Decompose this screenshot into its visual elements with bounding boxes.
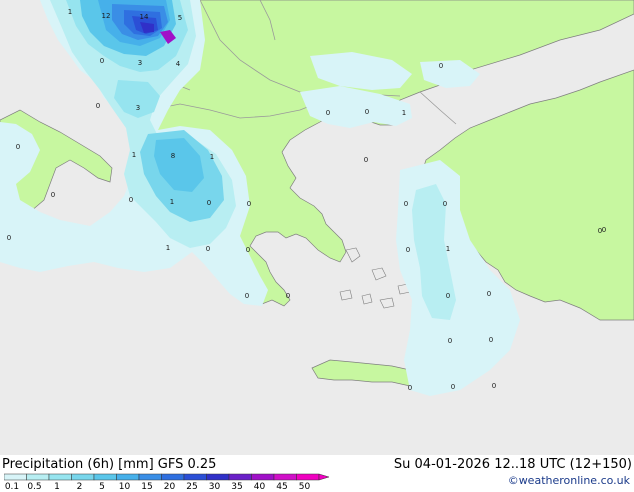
scale-tick-label: 25 [186,482,198,492]
value-label: 0 [326,109,330,117]
value-label: 0 [206,245,210,253]
value-label: 0 [129,196,133,204]
scale-tick-label: 50 [298,482,311,492]
value-label: 0 [487,290,491,298]
value-label: 0 [245,292,249,300]
value-label: 1 [446,245,450,253]
scale-swatch [71,473,95,481]
value-label: 0 [448,337,452,345]
value-label: 3 [138,59,142,67]
value-label: 1 [170,198,174,206]
value-label: 0 [246,246,250,254]
scale-swatch [206,473,230,481]
value-label: 0 [286,292,290,300]
scale-tick-label: 0.1 [4,482,20,492]
scale-tick-label: 30 [208,482,221,492]
value-label: 1 [68,8,72,16]
map-footer: Precipitation (6h) [mm] GFS 0.25 Su 04-0… [0,455,634,492]
value-label: 0 [602,226,606,234]
value-label: 0 [404,200,408,208]
value-label: 0 [406,246,410,254]
scale-tick-label: 2 [76,482,83,492]
scale-swatch [183,473,207,481]
scale-tick-label: 15 [141,482,153,492]
scale-swatch [228,473,252,481]
scale-swatch [48,473,72,481]
value-label: 0 [492,382,496,390]
value-label: 0 [247,200,251,208]
credit-link[interactable]: ©weatheronline.co.uk [508,474,630,487]
value-label: 0 [365,108,369,116]
value-label: 12 [102,12,111,20]
scale-overflow-arrow [318,473,330,481]
scale-swatch [93,473,117,481]
value-label: 0 [443,200,447,208]
color-scale [4,473,330,481]
scale-tick-label: 40 [253,482,266,492]
scale-swatch [26,473,50,481]
scale-tick-label: 45 [276,482,288,492]
value-label: 1 [132,151,136,159]
value-label: 1 [166,244,170,252]
value-label: 0 [446,292,450,300]
scale-swatch [273,473,297,481]
value-label: 14 [140,13,149,21]
scale-tick-label: 0.5 [27,482,42,492]
map-title: Precipitation (6h) [mm] GFS 0.25 [2,457,217,472]
value-label: 0 [207,199,211,207]
value-label: 0 [51,191,55,199]
scale-tick-label: 35 [231,482,243,492]
value-label: 4 [176,60,181,68]
valid-time: Su 04-01-2026 12..18 UTC (12+150) [393,457,632,472]
value-label: 0 [364,156,368,164]
value-label: 3 [136,104,140,112]
precipitation-map: 12 14 5 1 0 3 4 0 3 0 1 8 1 0 1 0 0 1 0 … [0,0,634,455]
scale-tick-label: 1 [54,482,60,492]
value-label: 0 [439,62,443,70]
scale-swatch [161,473,185,481]
scale-swatch [4,473,27,481]
value-label: 0 [7,234,11,242]
scale-tick-label: 20 [163,482,176,492]
value-label: 5 [178,14,182,22]
value-label: 0 [16,143,20,151]
scale-tick-label: 5 [99,482,105,492]
value-label: 0 [451,383,455,391]
scale-swatch [296,473,320,481]
value-label: 0 [100,57,104,65]
scale-swatch [116,473,140,481]
value-label: 0 [96,102,100,110]
scale-swatch [251,473,275,481]
value-label: 0 [489,336,493,344]
scale-swatch [138,473,162,481]
value-label: 1 [210,153,214,161]
map-canvas: 12 14 5 1 0 3 4 0 3 0 1 8 1 0 1 0 0 1 0 … [0,0,634,455]
scale-tick-label: 10 [118,482,131,492]
value-label: 8 [171,152,175,160]
value-label: 0 [408,384,412,392]
value-label: 1 [402,109,406,117]
